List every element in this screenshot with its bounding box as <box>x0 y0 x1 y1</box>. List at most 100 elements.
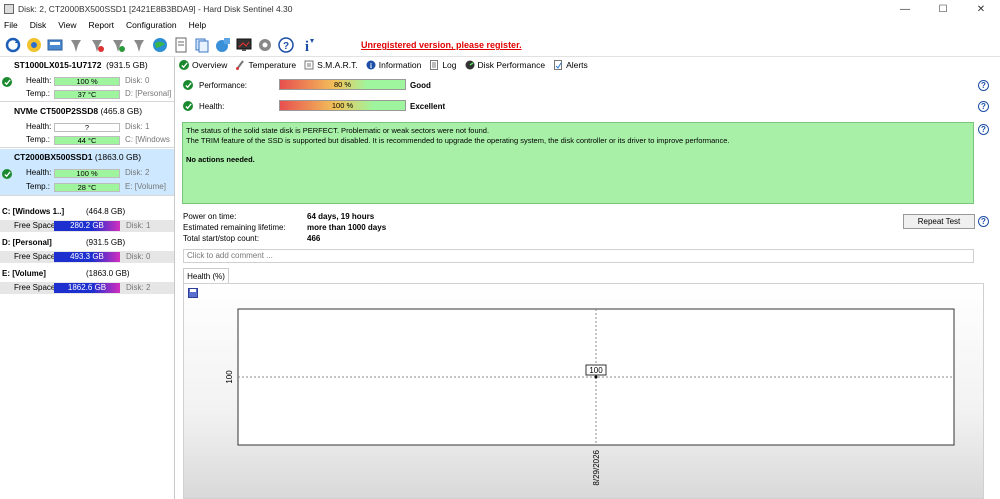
health-rating: Excellent <box>410 102 446 111</box>
health-label: Health: <box>26 122 52 131</box>
power-on-row: Power on time: 64 days, 19 hours <box>183 212 374 221</box>
performance-label: Performance: <box>199 81 248 90</box>
health-label: Health: <box>199 102 225 111</box>
help-icon[interactable]: ? <box>978 80 989 91</box>
maximize-button[interactable]: ☐ <box>924 0 962 18</box>
power-on-value: 64 days, 19 hours <box>307 212 375 221</box>
volume-entry-d[interactable]: D: [Personal] (931.5 GB) Free Space 493.… <box>0 236 174 267</box>
tab-smart[interactable]: S.M.A.R.T. <box>304 60 358 70</box>
disk-entry-0[interactable]: ST1000LX015-1U7172 (931.5 GB) Health: 10… <box>0 57 174 102</box>
free-space-bar: 1862.6 GB <box>54 283 120 293</box>
disk-volume: E: [Volume] <box>125 182 166 191</box>
menu-help[interactable]: Help <box>189 20 206 30</box>
menu-file[interactable]: File <box>4 20 18 30</box>
tab-label: Information <box>378 60 422 70</box>
info-icon: i <box>366 60 376 70</box>
svg-text:?: ? <box>282 41 288 52</box>
tab-overview[interactable]: Overview <box>179 60 227 70</box>
window-title: Disk: 2, CT2000BX500SSD1 [2421E8B3BDA9] … <box>18 4 293 14</box>
data-label: 100 <box>589 366 603 375</box>
volume-disk: Disk: 2 <box>126 283 151 292</box>
app-icon <box>4 4 14 14</box>
performance-rating: Good <box>410 81 431 90</box>
tab-health-chart[interactable]: Health (%) <box>183 268 229 284</box>
menu-bar: File Disk View Report Configuration Help <box>0 18 1000 32</box>
pin-icon[interactable] <box>109 36 126 53</box>
disk-entry-2[interactable]: CT2000BX500SSD1 (1863.0 GB) Health: 100 … <box>0 149 174 196</box>
disk-number: Disk: 0 <box>125 76 150 85</box>
tab-temperature[interactable]: Temperature <box>235 60 296 70</box>
help-icon[interactable]: ? <box>978 124 989 135</box>
pin-icon[interactable] <box>88 36 105 53</box>
help-icon[interactable]: ? <box>978 101 989 112</box>
copy-icon[interactable] <box>193 36 210 53</box>
tab-information[interactable]: i Information <box>366 60 422 70</box>
lifetime-value: more than 1000 days <box>307 223 387 232</box>
monitor-icon[interactable] <box>235 36 252 53</box>
health-bar: ? <box>54 123 120 132</box>
tab-alerts[interactable]: Alerts <box>553 60 588 70</box>
refresh-icon[interactable] <box>4 36 21 53</box>
temp-label: Temp.: <box>26 89 51 98</box>
volume-entry-e[interactable]: E: [Volume] (1863.0 GB) Free Space 1862.… <box>0 267 174 298</box>
unregistered-link[interactable]: Unregistered version, please register. <box>361 40 522 50</box>
help-icon[interactable]: ? <box>978 216 989 227</box>
comment-input[interactable]: Click to add comment ... <box>183 249 974 263</box>
menu-configuration[interactable]: Configuration <box>126 20 177 30</box>
health-chart: 100 8/29/2026 100 <box>225 308 955 486</box>
menu-disk[interactable]: Disk <box>30 20 47 30</box>
disk-list-panel: ST1000LX015-1U7172 (931.5 GB) Health: 10… <box>0 57 175 499</box>
disk-title: ST1000LX015-1U7172 (931.5 GB) <box>14 60 148 70</box>
free-space-bar: 493.3 GB <box>54 252 120 262</box>
status-action: No actions needed. <box>186 155 255 164</box>
menu-report[interactable]: Report <box>89 20 115 30</box>
tab-log[interactable]: Log <box>429 60 457 70</box>
tab-label: Overview <box>192 60 228 70</box>
repeat-test-button[interactable]: Repeat Test <box>903 214 975 229</box>
thermometer-icon <box>235 60 245 70</box>
disk-name: NVMe CT500P2SSD8 <box>14 106 99 116</box>
health-bar: 100 % <box>54 77 120 86</box>
help-icon[interactable]: ? <box>277 36 294 53</box>
disk-volume: C: [Windows <box>125 135 170 144</box>
globe-icon[interactable] <box>151 36 168 53</box>
title-bar: Disk: 2, CT2000BX500SSD1 [2421E8B3BDA9] … <box>0 0 1000 18</box>
document-icon[interactable] <box>172 36 189 53</box>
tab-disk-performance[interactable]: Disk Performance <box>465 60 545 70</box>
minimize-button[interactable]: — <box>886 0 924 18</box>
performance-row: Performance: 80 % Good <box>183 78 993 92</box>
temp-bar: 28 °C <box>54 183 120 192</box>
ok-check-icon <box>183 101 193 111</box>
lifetime-row: Estimated remaining lifetime: more than … <box>183 223 386 232</box>
alert-icon[interactable] <box>25 36 42 53</box>
disk-capacity: (1863.0 GB) <box>94 152 142 162</box>
smart-icon <box>304 60 314 70</box>
volume-entry-c[interactable]: C: [Windows 1..] (464.8 GB) Free Space 2… <box>0 205 174 236</box>
disk-number: Disk: 2 <box>125 168 150 177</box>
volume-capacity: (1863.0 GB) <box>86 269 130 278</box>
menu-view[interactable]: View <box>58 20 76 30</box>
disk-entry-1[interactable]: NVMe CT500P2SSD8 (465.8 GB) Health: ? Di… <box>0 103 174 148</box>
gear-icon[interactable] <box>256 36 273 53</box>
tab-label: Alerts <box>566 60 588 70</box>
disk-icon[interactable] <box>46 36 63 53</box>
info-icon[interactable]: i <box>298 36 315 53</box>
free-space-label: Free Space <box>14 283 56 292</box>
health-row: Health: 100 % Excellent <box>183 99 993 113</box>
volume-disk: Disk: 1 <box>126 221 151 230</box>
close-button[interactable]: ✕ <box>962 0 1000 18</box>
temp-label: Temp.: <box>26 182 51 191</box>
start-stop-label: Total start/stop count: <box>183 234 260 243</box>
pin-icon[interactable] <box>67 36 84 53</box>
volume-name: D: [Personal] <box>2 238 52 247</box>
disk-title: CT2000BX500SSD1 (1863.0 GB) <box>14 152 141 162</box>
alerts-icon <box>553 60 563 70</box>
free-space-label: Free Space <box>14 221 56 230</box>
tab-label: Log <box>442 60 457 70</box>
pin-icon[interactable] <box>130 36 147 53</box>
status-description: The status of the solid state disk is PE… <box>182 122 974 204</box>
start-stop-row: Total start/stop count: 466 <box>183 234 320 243</box>
globe-link-icon[interactable] <box>214 36 231 53</box>
volume-capacity: (464.8 GB) <box>86 207 126 216</box>
svg-text:i: i <box>370 62 372 70</box>
